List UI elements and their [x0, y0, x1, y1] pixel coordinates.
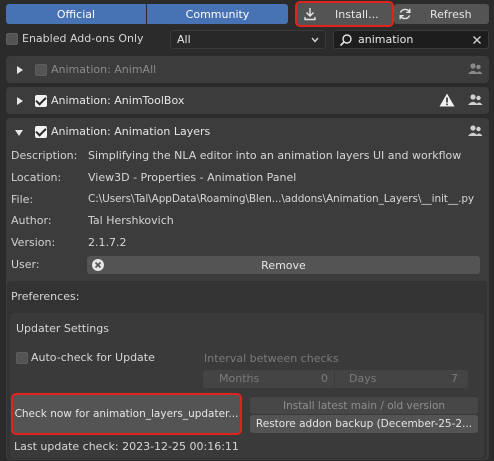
chevron-down-icon: [311, 37, 319, 43]
remove-button[interactable]: Remove: [87, 256, 480, 274]
tab-official[interactable]: Official: [6, 4, 146, 24]
version-value: 2.1.7.2: [88, 236, 127, 249]
file-label: File:: [11, 193, 34, 206]
check-now-button[interactable]: Check now for animation_layers_updater..…: [11, 393, 242, 435]
warning-icon: [439, 93, 455, 107]
preferences-title: Preferences:: [11, 290, 80, 303]
addon-enable-checkbox[interactable]: [35, 64, 47, 76]
months-value: 0: [321, 372, 328, 385]
users-icon: [468, 125, 483, 136]
updater-settings-title: Updater Settings: [16, 322, 109, 335]
addon-row-animall[interactable]: Animation: AnimAll: [6, 56, 489, 83]
remove-label: Remove: [261, 258, 306, 272]
expand-arrow-icon[interactable]: [17, 66, 23, 74]
addon-row-animtoolbox[interactable]: Animation: AnimToolBox: [6, 87, 489, 114]
download-icon: [304, 8, 316, 21]
addon-enable-checkbox[interactable]: [35, 95, 47, 107]
addon-enable-checkbox[interactable]: [35, 126, 47, 138]
months-field[interactable]: Months 0: [203, 370, 334, 388]
months-label: Months: [219, 372, 260, 385]
expand-arrow-icon[interactable]: [17, 97, 23, 105]
preferences-box: Preferences: Updater Settings Auto-check…: [7, 281, 487, 459]
close-icon[interactable]: [472, 35, 482, 45]
file-value: C:\Users\Tal\AppData\Roaming\Blen...\add…: [88, 193, 475, 205]
search-icon: [339, 34, 352, 47]
interval-label: Interval between checks: [204, 352, 339, 365]
days-label: Days: [349, 372, 377, 385]
users-icon: [468, 94, 483, 105]
refresh-label: Refresh: [430, 7, 472, 21]
enabled-only-label: Enabled Add-ons Only: [22, 32, 144, 45]
search-input[interactable]: animation: [333, 30, 489, 49]
addon-name: Animation: Animation Layers: [51, 125, 211, 138]
category-dropdown[interactable]: All: [170, 30, 326, 49]
days-field[interactable]: Days 7: [335, 370, 468, 388]
location-label: Location:: [11, 171, 62, 184]
install-latest-button[interactable]: Install latest main / old version: [250, 397, 478, 414]
days-value: 7: [451, 372, 458, 385]
restore-backup-button[interactable]: Restore addon backup (December-25-2...: [250, 415, 478, 433]
addon-row-animation-layers: Animation: Animation Layers Description:…: [6, 118, 489, 460]
version-label: Version:: [11, 236, 56, 249]
author-value: Tal Hershkovich: [88, 214, 174, 227]
enabled-only-checkbox[interactable]: [6, 33, 18, 45]
install-label: Install...: [335, 7, 379, 21]
auto-check-checkbox[interactable]: [16, 352, 28, 364]
updater-settings-box: Updater Settings Auto-check for Update I…: [10, 313, 484, 458]
addon-name: Animation: AnimAll: [51, 63, 157, 76]
auto-check-label: Auto-check for Update: [31, 351, 155, 364]
user-label: User:: [11, 258, 40, 271]
refresh-button[interactable]: Refresh: [394, 4, 489, 24]
install-button[interactable]: Install...: [295, 1, 394, 27]
description-value: Simplifying the NLA editor into an anima…: [88, 149, 462, 162]
refresh-icon: [399, 8, 411, 20]
category-value: All: [177, 33, 191, 46]
addon-name: Animation: AnimToolBox: [51, 94, 185, 107]
description-label: Description:: [11, 149, 78, 162]
location-value: View3D - Properties - Animation Panel: [88, 171, 297, 184]
remove-icon: [92, 259, 104, 271]
last-check-text: Last update check: 2023-12-25 00:16:11: [14, 440, 239, 453]
collapse-arrow-icon[interactable]: [15, 130, 23, 136]
users-icon: [468, 63, 483, 74]
tab-community[interactable]: Community: [147, 4, 288, 24]
author-label: Author:: [11, 214, 52, 227]
search-value: animation: [358, 33, 414, 46]
